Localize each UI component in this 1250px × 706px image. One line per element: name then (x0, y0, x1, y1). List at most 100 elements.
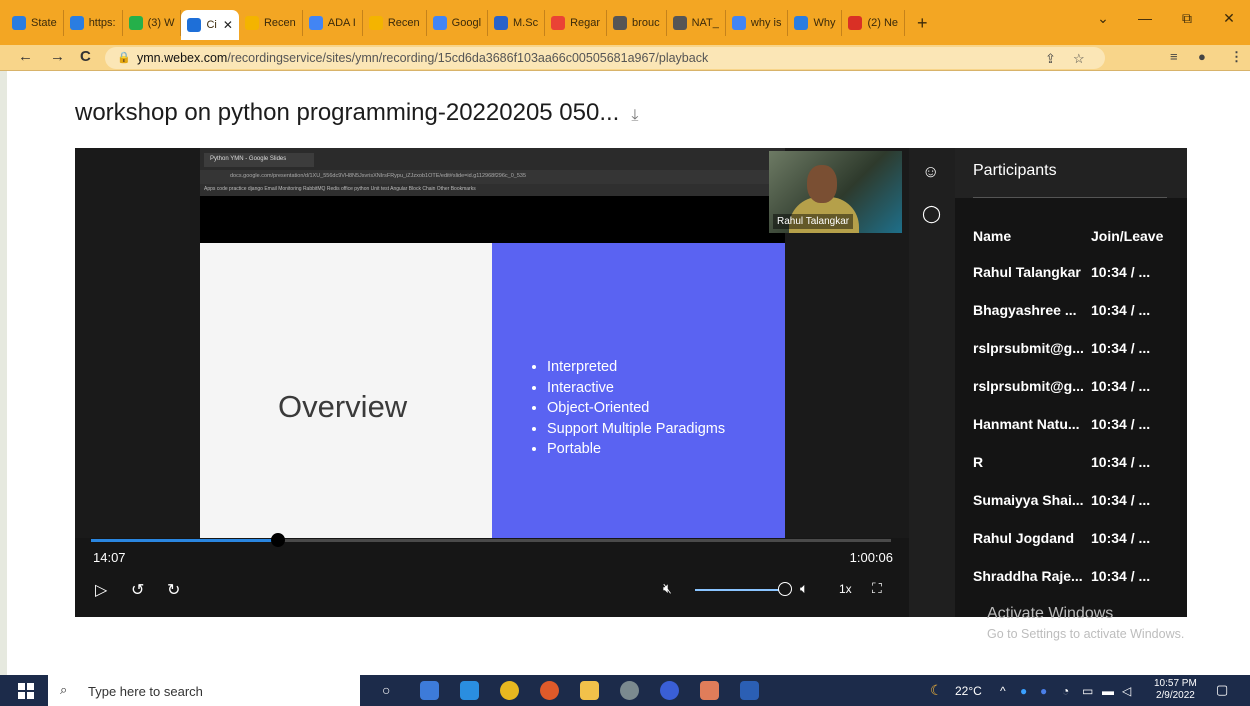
url-path: /recordingservice/sites/ymn/recording/15… (227, 51, 709, 65)
browser-tab[interactable]: https: (64, 10, 123, 36)
show-hidden-icons[interactable]: ^ (1000, 684, 1006, 698)
participant-name: R (973, 454, 984, 470)
clock-date: 2/9/2022 (1155, 690, 1195, 701)
browser-tab[interactable]: Recen (363, 10, 427, 36)
share-icon[interactable]: ⇪ (1045, 51, 1056, 67)
minimize-button[interactable]: — (1124, 10, 1166, 27)
playback-speed[interactable]: 1x (839, 582, 852, 596)
browser-tab[interactable]: (3) W (123, 10, 182, 36)
participant-join-time: 10:34 / ... (1091, 454, 1151, 470)
chrome-canary-icon[interactable] (540, 681, 559, 700)
temperature[interactable]: 22°C (955, 684, 982, 698)
profile-avatar-icon[interactable]: ● (1198, 49, 1206, 64)
browser-tab[interactable]: Ci ✕ (181, 10, 239, 40)
windows-start-icon[interactable] (18, 683, 34, 699)
browser-tab[interactable]: Why (788, 10, 843, 36)
participant-row[interactable]: R 10:34 / ... (973, 454, 1173, 474)
progress-fill (91, 539, 279, 542)
search-icon: ⌕ (60, 682, 68, 697)
forward-button[interactable]: → (50, 48, 65, 65)
participant-row[interactable]: Bhagyashree ... 10:34 / ... (973, 302, 1173, 322)
task-view-icon[interactable]: ○ (382, 682, 390, 698)
weather-icon[interactable]: ☾ (930, 682, 943, 699)
participant-row[interactable]: Rahul Jogdand 10:34 / ... (973, 530, 1173, 550)
participant-name: Bhagyashree ... (973, 302, 1077, 318)
play-icon[interactable]: ▷ (95, 580, 107, 600)
volume-icon[interactable]: 🔈︎ (800, 580, 808, 597)
participant-join-time: 10:34 / ... (1091, 302, 1151, 318)
browser-tab[interactable]: State (6, 10, 64, 36)
slide-bullet: Object-Oriented (547, 398, 725, 419)
tab-label: brouc (632, 17, 660, 29)
tab-label: State (31, 17, 57, 29)
participant-join-time: 10:34 / ... (1091, 416, 1151, 432)
volume-slider[interactable] (695, 589, 781, 591)
bookmark-star-icon[interactable]: ☆ (1073, 51, 1085, 67)
mail-icon[interactable] (460, 681, 479, 700)
url-text[interactable]: ymn.webex.com/recordingservice/sites/ymn… (137, 51, 708, 65)
tab-label: Ci (206, 19, 217, 31)
back-button[interactable]: ← (18, 48, 33, 65)
browser-tab[interactable]: (2) Ne (842, 10, 906, 36)
participant-row[interactable]: Sumaiyya Shai... 10:34 / ... (973, 492, 1173, 512)
participant-row[interactable]: rslprsubmit@g... 10:34 / ... (973, 378, 1173, 398)
participant-row[interactable]: rslprsubmit@g... 10:34 / ... (973, 340, 1173, 360)
chrome-icon[interactable] (500, 681, 519, 700)
chrome-profile-icon[interactable] (620, 681, 639, 700)
taskbar-clock[interactable]: 10:57 PM 2/9/2022 (1154, 678, 1197, 702)
shared-browser-tabbar: Python YMN - Google Slides (200, 148, 785, 170)
file-explorer-icon[interactable] (580, 681, 599, 700)
battery-icon[interactable]: ▬ (1102, 684, 1114, 698)
close-window-button[interactable]: ✕ (1208, 10, 1250, 27)
browser-tab[interactable]: Recen (239, 10, 303, 36)
participant-row[interactable]: Shraddha Raje... 10:34 / ... (973, 568, 1173, 588)
video-player[interactable]: Python YMN - Google Slides docs.google.c… (75, 148, 909, 617)
network-icon[interactable]: ◔ (1062, 684, 1069, 698)
notifications-icon[interactable]: ▢ (1216, 682, 1228, 698)
browser-tab[interactable]: ADA I (303, 10, 363, 36)
browser-tab[interactable]: M.Sc (488, 10, 546, 36)
volume-handle[interactable] (778, 582, 792, 596)
browser-tab[interactable]: Googl (427, 10, 489, 36)
fast-forward-icon[interactable]: ↻ (167, 580, 180, 600)
participants-icon[interactable]: ☺ (922, 162, 939, 182)
browser-tab[interactable]: NAT_ (667, 10, 726, 36)
progress-bar[interactable] (91, 533, 891, 547)
tab-search-icon[interactable]: ⌄ (1082, 10, 1124, 27)
restore-button[interactable]: ⧉ (1166, 10, 1208, 27)
store-icon[interactable] (420, 681, 439, 700)
shared-browser-tab: Python YMN - Google Slides (204, 153, 314, 167)
fullscreen-icon[interactable]: ⛶ (872, 580, 882, 597)
close-tab-icon[interactable]: ✕ (223, 18, 233, 32)
participant-row[interactable]: Hanmant Natu... 10:34 / ... (973, 416, 1173, 436)
device-icon[interactable]: ▭ (1082, 684, 1093, 698)
download-icon[interactable]: ⤓ (631, 107, 638, 124)
speaker-icon[interactable]: ◁ (1122, 684, 1131, 698)
url-bar[interactable]: 🔒 ymn.webex.com/recordingservice/sites/y… (105, 47, 1105, 69)
tab-label: why is (750, 17, 782, 29)
participant-row[interactable]: Rahul Talangkar 10:34 / ... (973, 264, 1173, 284)
mute-icon[interactable]: 🔇︎ (663, 580, 672, 597)
browser-menu-icon[interactable]: ⋮ (1230, 49, 1243, 65)
reload-button[interactable]: C (80, 48, 91, 65)
url-host: ymn.webex.com (137, 51, 228, 65)
bluetooth-icon[interactable]: ● (1020, 684, 1027, 698)
word-icon[interactable] (740, 681, 759, 700)
webex-tray-icon[interactable]: ● (1040, 684, 1047, 698)
taskbar-search-box[interactable]: ⌕ Type here to search (48, 675, 360, 706)
reading-list-icon[interactable]: ≡ (1170, 49, 1178, 64)
new-tab-button[interactable]: + (905, 13, 940, 34)
webex-icon[interactable] (660, 681, 679, 700)
progress-handle[interactable] (271, 533, 286, 547)
participant-video: Rahul Talangkar (769, 151, 902, 233)
powerpoint-icon[interactable] (700, 681, 719, 700)
participant-join-time: 10:34 / ... (1091, 568, 1151, 584)
browser-tab[interactable]: why is (726, 10, 789, 36)
tab-favicon-icon (244, 16, 259, 30)
browser-tab[interactable]: brouc (607, 10, 667, 36)
browser-tab[interactable]: Regar (545, 10, 608, 36)
column-header-join-leave: Join/Leave (1091, 228, 1164, 244)
rewind-icon[interactable]: ↺ (131, 580, 144, 600)
chat-icon[interactable]: ◯ (922, 204, 941, 224)
participant-name: Sumaiyya Shai... (973, 492, 1084, 508)
